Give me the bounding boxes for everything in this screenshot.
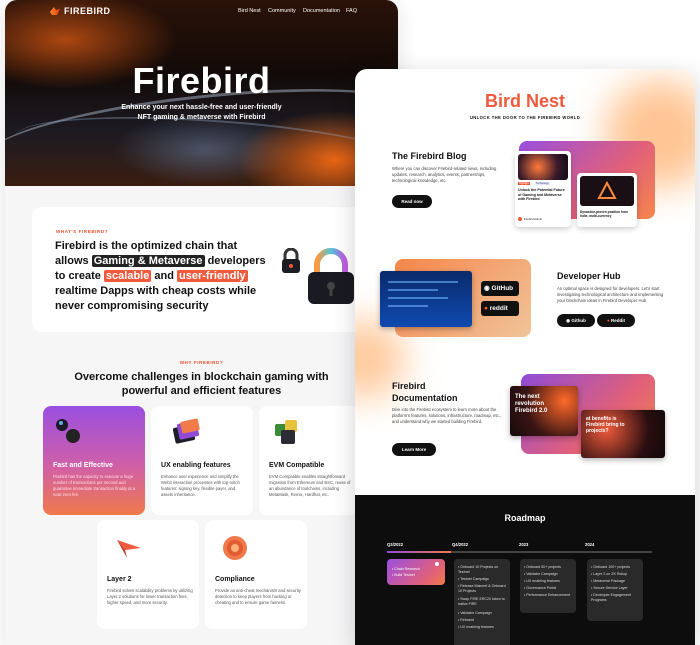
paper-plane-icon <box>117 540 141 558</box>
roadmap-item: • Onboard 10 Projects on Testnet <box>458 565 499 574</box>
cubes-icon <box>275 420 297 444</box>
feature-title: Compliance <box>215 576 255 583</box>
roadmap-title: Roadmap <box>504 513 546 523</box>
nav-faq[interactable]: FAQ <box>346 8 357 14</box>
hero-subtitle: Enhance your next hassle-free and user-f… <box>121 104 282 121</box>
roadmap-item: • Onboard 50+ projects <box>524 565 561 569</box>
roadmap-item: • Build Testnet <box>392 573 415 577</box>
feature-desc: Firebird has the capacity to execute a h… <box>53 474 136 497</box>
feature-desc: EVM Compatible enables straightforward m… <box>269 474 351 497</box>
why-label: WHY FIREBIRD? <box>179 360 224 365</box>
docs-image-1: The next revolution Firebird 2.0 <box>510 386 578 436</box>
roadmap-item: • Release Mainnet & Onboard 10 Projects <box>458 584 506 593</box>
blog-card-image <box>518 154 568 180</box>
small-lock-icon <box>282 248 300 273</box>
reddit-logo-card: ● reddit <box>481 301 519 316</box>
nav-documentation[interactable]: Documentation <box>303 8 340 14</box>
docs-image-2: at benefits is Firebird bring to project… <box>581 410 665 458</box>
feature-desc: Firebird solves scalability problems by … <box>107 588 193 605</box>
feature-card-ux[interactable]: UX enabling features Enhance user experi… <box>151 406 253 515</box>
birdnest-title: Bird Nest <box>484 91 565 111</box>
what-description: Firebird is the optimized chain that all… <box>55 240 266 312</box>
github-logo-card: ◉ GitHub <box>481 281 519 296</box>
feature-card-fast[interactable]: Fast and Effective Firebird has the capa… <box>43 406 145 515</box>
feature-desc: Provide an anti-cheat mechanism and secu… <box>215 588 301 605</box>
roadmap-item: • Metaverse Package <box>591 579 626 583</box>
bird-nest-page: Bird Nest UNLOCK THE DOOR TO THE FIREBIR… <box>355 69 695 645</box>
check-icon <box>435 562 439 566</box>
roadmap-card: • Onboard 100+ projects • Layer 2 on ZK … <box>587 559 643 621</box>
roadmap-item: • Secure Service Layer <box>591 586 628 590</box>
code-screen-image <box>380 271 472 327</box>
avatar <box>518 217 522 221</box>
why-title: Overcome challenges in blockchain gaming… <box>74 371 329 397</box>
brand-logo[interactable]: FIREBIRD <box>50 6 111 16</box>
blog-card-title: Dynastice-proven position from Indie, mu… <box>580 210 628 219</box>
shield-coin-icon <box>223 536 247 560</box>
orb-icon <box>56 419 80 443</box>
roadmap-item: • Validator Campaign <box>458 611 492 615</box>
docs-desc: Dive into the Firebird ecosystem to lear… <box>392 407 502 424</box>
feature-title: UX enabling features <box>161 462 231 469</box>
tag-badge: Highlight <box>518 182 530 185</box>
feature-card-layer2[interactable]: Layer 2 Firebird solves scalability prob… <box>97 520 199 629</box>
blog-card[interactable]: Highlight Technology Unlock the Potentia… <box>515 151 571 227</box>
hero-section: FIREBIRD Bird Nest Community Documentati… <box>5 0 398 198</box>
devhub-desc: An optimal space is designed for develop… <box>557 286 664 303</box>
nav-bird-nest[interactable]: Bird Nest <box>238 8 261 14</box>
birdnest-subtitle: UNLOCK THE DOOR TO THE FIREBIRD WORLD <box>469 115 581 120</box>
roadmap-item: • UX enabling features <box>524 579 560 583</box>
landing-page: FIREBIRD Bird Nest Community Documentati… <box>5 0 398 645</box>
roadmap-progress <box>387 551 451 553</box>
feature-title: Layer 2 <box>107 576 132 583</box>
hero-title: Firebird <box>132 60 271 101</box>
roadmap-item: • Governance Portal <box>524 586 557 590</box>
roadmap-card: • Chain Research • Build Testnet <box>387 559 445 585</box>
roadmap-item: • Layer 2 on ZK Rollup <box>591 572 628 576</box>
roadmap-item: • Swap FIRE ERC20 token to native FIRE <box>458 597 505 606</box>
roadmap-item: • Chain Research <box>392 567 421 571</box>
nav-community[interactable]: Community <box>268 8 296 14</box>
feature-card-evm[interactable]: EVM Compatible EVM Compatible enables st… <box>259 406 361 515</box>
github-button[interactable]: ◉ Github <box>557 314 595 327</box>
roadmap-section: Roadmap Q3/2022 Q4/2022 2023 2024 • Chai… <box>355 495 695 645</box>
feature-card-compliance[interactable]: Compliance Provide an anti-cheat mechani… <box>205 520 307 629</box>
roadmap-item: • Onboard 100+ projects <box>591 565 630 569</box>
blog-card-title: Unlock the Potential Future of Gaming an… <box>518 188 565 202</box>
blog-title: The Firebird Blog <box>392 151 467 161</box>
roadmap-item: • Performance Enhancement <box>524 593 571 597</box>
period-label: Q4/2022 <box>452 542 469 547</box>
author-name: Firebird Admin <box>524 217 543 221</box>
roadmap-item: • Developer Engagement Programs <box>591 593 632 602</box>
devhub-title: Developer Hub <box>557 271 621 281</box>
roadmap-item: • UX enabling features <box>458 625 494 629</box>
roadmap-item: • Validator Campaign <box>524 572 558 576</box>
feature-title: EVM Compatible <box>269 462 325 469</box>
reddit-button[interactable]: ● Reddit <box>597 314 635 327</box>
roadmap-card: • Onboard 50+ projects • Validator Campa… <box>520 559 576 613</box>
roadmap-item: • Testnet Campaign <box>458 577 490 581</box>
cards-stack-icon <box>172 418 200 444</box>
feature-title: Fast and Effective <box>53 462 113 469</box>
docs-title: Firebird Documentation <box>392 381 458 403</box>
feature-desc: Enhance user experience and simplify the… <box>161 474 240 497</box>
large-lock-icon <box>308 248 354 304</box>
read-now-button[interactable]: Read now <box>392 195 432 208</box>
learn-more-button[interactable]: Learn More <box>392 443 436 456</box>
flame-icon <box>50 7 60 15</box>
period-label: Q3/2022 <box>387 542 404 547</box>
roadmap-item: • Rebrand <box>458 618 475 622</box>
blog-card-image <box>580 176 634 206</box>
tag-badge: Technology <box>535 182 550 185</box>
roadmap-card: • Onboard 10 Projects on Testnet • Testn… <box>454 559 510 645</box>
section-label: WHAT'S FIREBIRD? <box>56 229 109 234</box>
period-label: 2023 <box>519 542 529 547</box>
triangle-icon <box>597 181 617 199</box>
period-label: 2024 <box>585 542 595 547</box>
blog-card-secondary[interactable]: Dynastice-proven position from Indie, mu… <box>577 173 637 227</box>
blog-desc: Where you can discover Firebird-related … <box>392 166 497 183</box>
